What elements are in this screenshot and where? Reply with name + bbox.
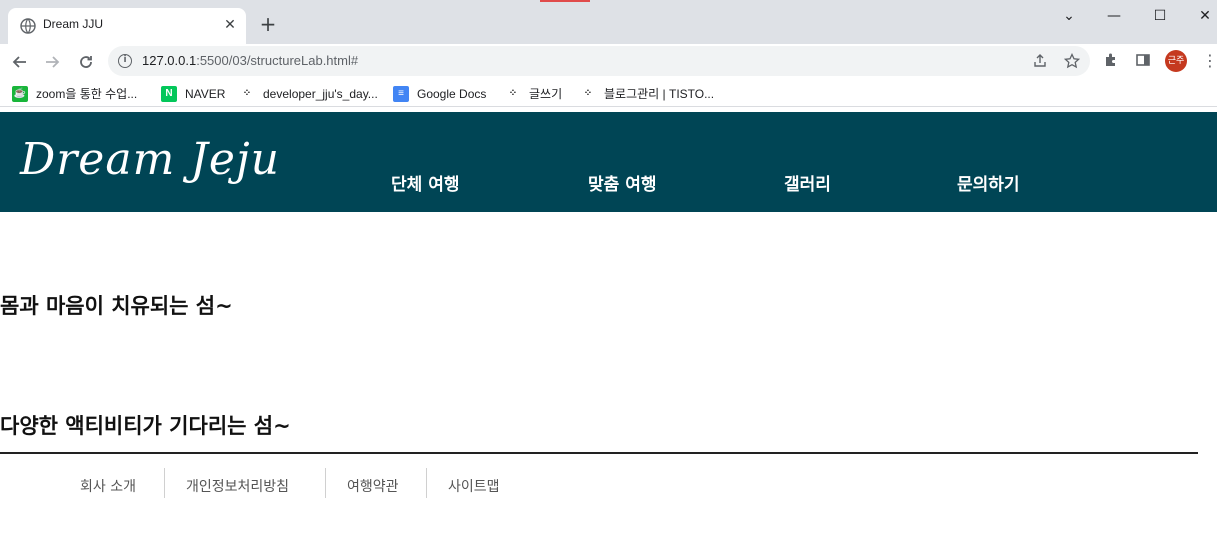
arrow-right-icon [46,56,60,68]
footer-link-terms[interactable]: 여행약관 [347,476,399,496]
nav-item-gallery[interactable]: 갤러리 [784,170,831,195]
url-host: 127.0.0.1 [142,53,197,68]
browser-toolbar: i 127.0.0.1:5500/03/structureLab.html# 근… [0,44,1217,79]
close-window-button[interactable]: ✕ [1195,6,1215,26]
address-bar[interactable]: i 127.0.0.1:5500/03/structureLab.html# [108,46,1090,76]
bookmark-developer[interactable]: ⁘ developer_jju's_day... [239,84,378,102]
bookmark-star-icon[interactable] [1063,52,1081,69]
bookmark-write[interactable]: ⁘ 글쓰기 [505,84,562,102]
bookmark-label: 글쓰기 [529,86,563,101]
browser-tab[interactable]: Dream JJU ✕ [8,8,246,44]
nav-item-contact[interactable]: 문의하기 [957,170,1020,195]
tab-search-icon[interactable]: ⌄ [1059,6,1079,26]
forward-button[interactable] [40,50,64,74]
footer-link-sitemap[interactable]: 사이트맵 [448,476,500,496]
footer-link-privacy[interactable]: 개인정보처리방침 [186,476,289,496]
arrow-left-icon [12,56,26,68]
footer-divider [0,452,1198,454]
section-title-activities: 다양한 액티비티가 기다리는 섬~ [0,414,291,438]
share-icon[interactable] [1032,53,1048,69]
tab-title: Dream JJU [43,17,104,31]
reload-button[interactable] [74,50,98,74]
bookmarks-bar: ☕ zoom을 통한 수업... N NAVER ⁘ developer_jju's_… [0,79,1217,107]
bookmark-label: zoom을 통한 수업... [36,86,138,101]
side-panel-icon[interactable] [1134,52,1152,70]
bookmark-label: developer_jju's_day... [263,86,378,101]
section-title-healing: 몸과 마음이 치유되는 섬~ [0,294,233,318]
url-path: :5500/03/structureLab.html# [196,53,359,68]
footer-separator [325,468,326,498]
bookmark-naver[interactable]: N NAVER [161,84,225,102]
bookmark-blog-admin[interactable]: ⁘ 블로그관리 | TISTO... [580,84,714,102]
nav-item-custom-tour[interactable]: 맞춤 여행 [588,170,656,195]
extensions-icon[interactable] [1102,52,1120,70]
footer-separator [164,468,165,498]
tab-close-icon[interactable]: ✕ [222,17,238,33]
zoom-icon: ☕ [12,85,28,102]
url-text: 127.0.0.1:5500/03/structureLab.html# [142,53,358,68]
bookmark-label: 블로그관리 | TISTO... [604,86,715,101]
site-info-icon[interactable]: i [118,54,132,68]
bookmark-zoom[interactable]: ☕ zoom을 통한 수업... [12,84,137,102]
more-menu-icon[interactable]: ⋮ [1202,50,1217,72]
globe-icon [20,18,36,34]
footer-link-about[interactable]: 회사 소개 [80,476,136,496]
bookmark-google-docs[interactable]: ≡ Google Docs [393,84,486,102]
new-tab-button[interactable]: + [258,14,278,34]
minimize-button[interactable]: — [1104,6,1124,26]
maximize-button[interactable]: ☐ [1150,6,1170,26]
site-header: Dream Jeju 단체 여행 맞춤 여행 갤러리 문의하기 [0,112,1217,212]
profile-avatar[interactable]: 근주 [1165,50,1187,72]
reload-icon [80,56,92,68]
back-button[interactable] [8,50,32,74]
tistory-icon: ⁘ [583,87,593,99]
nav-item-group-tour[interactable]: 단체 여행 [391,170,459,195]
bookmark-label: NAVER [185,86,226,101]
tistory-icon: ⁘ [508,87,518,99]
footer-separator [426,468,427,498]
site-logo[interactable]: Dream Jeju [20,134,280,185]
tistory-icon: ⁘ [242,87,252,99]
bookmark-label: Google Docs [417,86,487,101]
naver-icon: N [161,85,177,102]
tab-strip: Dream JJU ✕ + ⌄ — ☐ ✕ [0,0,1217,44]
google-docs-icon: ≡ [393,85,409,102]
tab-strip-accent [540,0,590,2]
